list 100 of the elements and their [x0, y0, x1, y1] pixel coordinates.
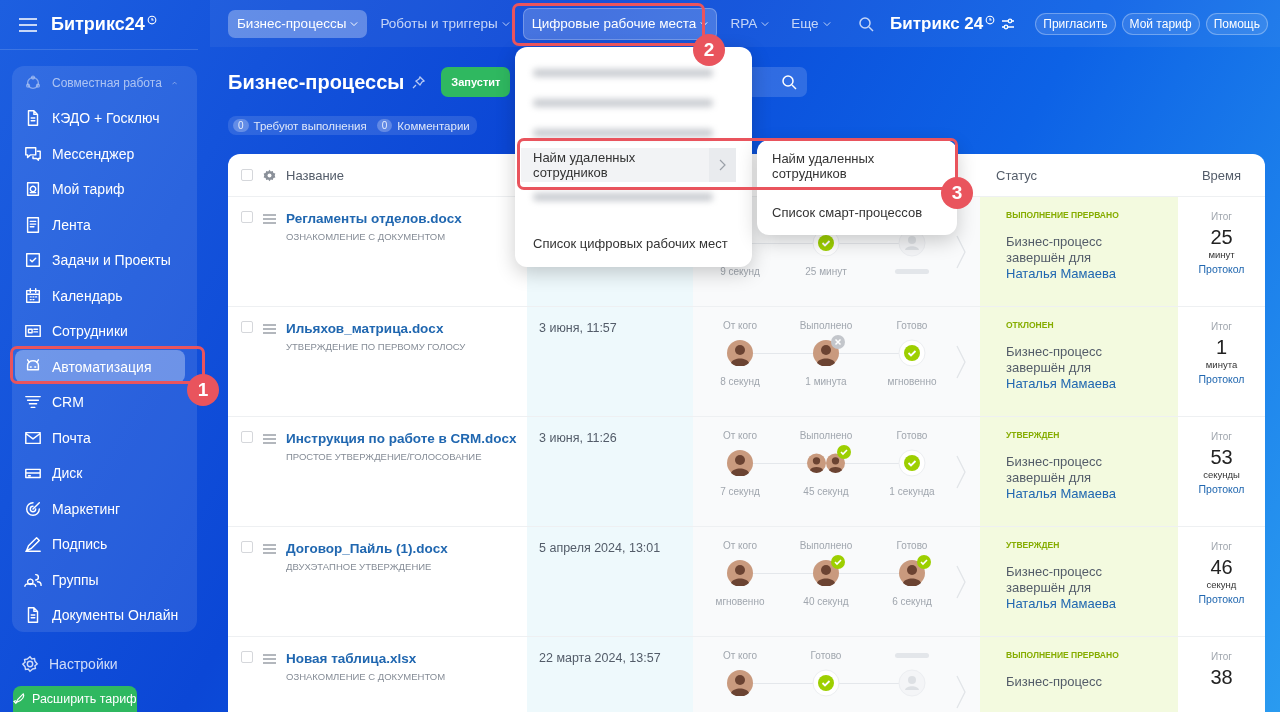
checkbox[interactable] — [241, 541, 253, 554]
sidebar-item[interactable]: КЭДО + Госключ — [15, 101, 185, 135]
process-type: ОЗНАКОМЛЕНИЕ С ДОКУМЕНТОМ — [286, 231, 447, 243]
step-time: 7 секунд — [720, 485, 760, 497]
column-header[interactable]: Статус — [996, 167, 1038, 183]
blurred-menu-item[interactable] — [533, 193, 713, 201]
date-cell: 22 марта 2024, 13:57 — [527, 637, 693, 712]
rocket-icon — [13, 692, 26, 706]
sliders-icon[interactable] — [1001, 16, 1016, 31]
chat-icon — [24, 144, 42, 163]
menu-icon[interactable] — [263, 544, 276, 555]
date-cell: 5 апреля 2024, 13:01 — [527, 527, 693, 638]
column-header[interactable]: Время — [1201, 167, 1242, 183]
sidebar-item[interactable]: Подпись — [15, 527, 185, 561]
step-label: Готово — [810, 649, 842, 661]
header-button[interactable]: Мой тариф — [1121, 12, 1200, 35]
avatar — [727, 450, 753, 477]
counter-value: 0 — [233, 119, 249, 133]
sidebar-item[interactable]: Почта — [15, 421, 185, 454]
check-icon — [917, 555, 931, 570]
logo[interactable]: Битрикс24 — [51, 14, 157, 35]
log-link[interactable]: Протокол — [1198, 263, 1245, 276]
step-time: 9 секунд — [720, 265, 760, 277]
menu-item[interactable]: Найм удаленных сотрудников — [521, 148, 736, 182]
document-link[interactable]: Новая таблица.xlsx — [286, 651, 446, 667]
process-type: УТВЕРЖДЕНИЕ ПО ПЕРВОМУ ГОЛОСУ — [286, 341, 466, 353]
sidebar-item[interactable]: Диск — [15, 456, 185, 490]
sidebar-item[interactable]: Настройки — [0, 646, 210, 682]
log-link[interactable]: Протокол — [1198, 483, 1245, 496]
checkbox[interactable] — [241, 651, 253, 664]
chevron-icon — [718, 159, 726, 171]
check-icon — [898, 449, 926, 478]
settings-icon[interactable] — [263, 168, 276, 182]
total-label: Итог — [1211, 211, 1232, 223]
sidebar-item[interactable]: Группы — [15, 563, 185, 596]
check-icon — [837, 445, 851, 460]
nav-tab[interactable]: Цифровые рабочие места — [522, 7, 718, 40]
menu-item[interactable]: Список цифровых рабочих мест — [521, 226, 736, 260]
pin-icon[interactable] — [412, 75, 426, 89]
header-button[interactable]: Помощь — [1205, 12, 1268, 35]
document-link[interactable]: Ильяхов_матрица.docx — [286, 321, 466, 337]
header-button[interactable]: Пригласить — [1035, 12, 1116, 35]
menu-icon[interactable] — [263, 214, 276, 225]
document-link[interactable]: Регламенты отделов.docx — [286, 211, 462, 227]
user-link[interactable]: Наталья Мамаева — [1006, 266, 1116, 282]
clock-icon — [985, 14, 996, 25]
sidebar-item[interactable]: Автоматизация — [15, 350, 185, 383]
sidebar-item[interactable]: Документы Онлайн — [15, 598, 185, 632]
step-label: Готово — [896, 319, 928, 331]
total-unit: секунды — [1203, 469, 1240, 481]
sidebar-item[interactable]: Мессенджер — [15, 137, 185, 170]
document-link[interactable]: Инструкция по работе в CRM.docx — [286, 431, 517, 447]
search-icon[interactable] — [858, 15, 875, 32]
log-link[interactable]: Протокол — [1198, 593, 1245, 606]
search-icon — [781, 74, 798, 91]
menu-icon[interactable] — [263, 434, 276, 445]
nav-tab[interactable]: Роботы и триггеры — [371, 9, 519, 38]
avatar — [727, 670, 753, 697]
checkbox[interactable] — [241, 211, 253, 224]
page-title: Бизнес-процессы — [228, 70, 405, 94]
step-label: Выполнено — [799, 319, 853, 331]
counter-label[interactable]: Комментарии — [397, 119, 470, 132]
sidebar-item[interactable]: CRM — [15, 385, 185, 419]
document-link[interactable]: Договор_Пайль (1).docx — [286, 541, 448, 557]
log-link[interactable]: Протокол — [1198, 373, 1245, 386]
step-label: От кого — [722, 429, 758, 441]
checkbox[interactable] — [241, 431, 253, 444]
nav-tab[interactable]: Еще — [782, 9, 840, 38]
blurred-menu-item[interactable] — [533, 99, 713, 107]
checkbox[interactable] — [241, 321, 253, 334]
menu-icon[interactable] — [263, 654, 276, 665]
total-label: Итог — [1211, 651, 1232, 663]
sidebar-item[interactable]: Задачи и Проекты — [15, 243, 185, 277]
total-label: Итог — [1211, 541, 1232, 553]
total-value: 53 — [1210, 446, 1233, 470]
sidebar-item[interactable]: Маркетинг — [15, 492, 185, 525]
sidebar-group-header[interactable]: Совместная работа — [15, 66, 185, 99]
user-link[interactable]: Наталья Мамаева — [1006, 376, 1116, 392]
sidebar-item[interactable]: Сотрудники — [15, 314, 185, 348]
sidebar-item[interactable]: Мой тариф — [15, 172, 185, 206]
chevron-icon — [956, 235, 966, 270]
nav-tab[interactable]: Бизнес-процессы — [228, 9, 368, 38]
checkbox[interactable] — [241, 169, 253, 182]
dots-circle-icon — [24, 73, 42, 92]
sidebar-item[interactable]: Лента — [15, 208, 185, 241]
user-icon — [898, 669, 926, 698]
column-header[interactable]: Название — [286, 167, 345, 183]
caret-icon — [350, 20, 359, 27]
status-text: Бизнес-процесс завершён для Наталья Мамаева — [1006, 454, 1117, 503]
menu-icon[interactable] — [263, 324, 276, 335]
blurred-menu-item[interactable] — [533, 129, 713, 137]
sidebar-item[interactable]: Календарь — [15, 279, 185, 312]
blurred-menu-item[interactable] — [533, 69, 713, 77]
step-number: 1 — [187, 374, 219, 406]
counter-label[interactable]: Требуют выполнения — [253, 119, 367, 132]
caret-icon — [822, 20, 831, 27]
user-link[interactable]: Наталья Мамаева — [1006, 596, 1116, 612]
total-unit: минут — [1208, 249, 1235, 261]
user-link[interactable]: Наталья Мамаева — [1006, 486, 1116, 502]
status-text: Бизнес-процесс завершён для Наталья Мамаева — [1006, 344, 1117, 393]
